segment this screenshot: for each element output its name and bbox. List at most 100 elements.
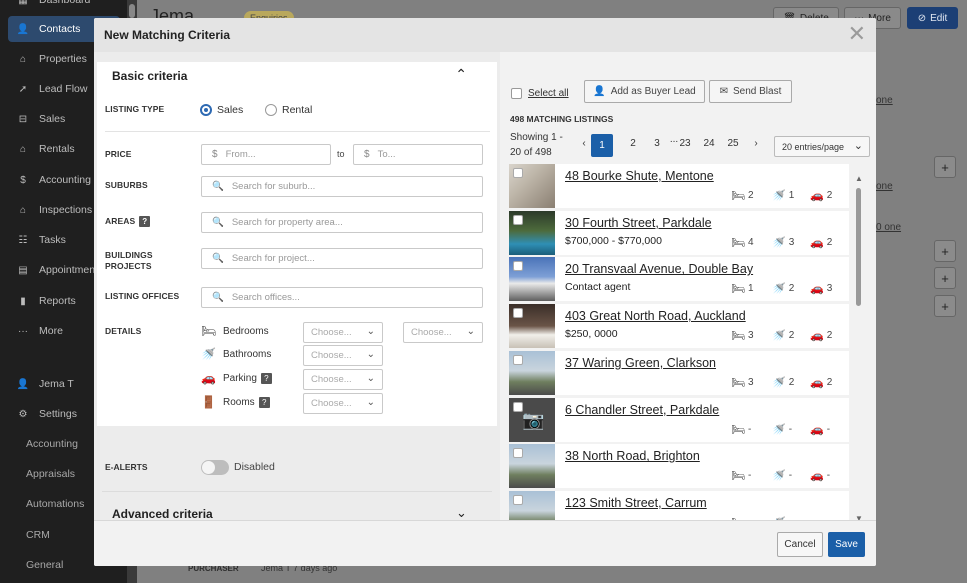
background-link[interactable]: one [876, 95, 893, 106]
page-button[interactable]: 25 [726, 132, 740, 154]
listing-checkbox[interactable] [513, 448, 523, 459]
bathrooms-min-select[interactable]: Choose... ⌄ [303, 345, 383, 366]
add-buyer-lead-button[interactable]: 👤 Add as Buyer Lead [584, 80, 705, 103]
help-icon[interactable]: ? [260, 373, 272, 384]
page-button[interactable]: 23 [678, 132, 692, 154]
listing-checkbox[interactable] [513, 494, 523, 505]
entries-per-page-select[interactable]: 20 entries/page ⌄ [774, 136, 870, 157]
settings-sub-item[interactable]: Automations [26, 498, 84, 510]
add-button[interactable]: + [934, 295, 956, 317]
showing-range: Showing 1 - 20 of 498 [510, 132, 563, 158]
background-link[interactable]: 0 one [876, 222, 901, 233]
price-to-input[interactable]: $ To... [353, 144, 483, 165]
criteria-pane: Basic criteria ⌃ LISTING TYPE Sales Rent… [94, 52, 500, 546]
listings-list[interactable]: 48 Bourke Shute, Mentone 🛏 2 🚿 1 🚗 2 30 Fourth … [509, 164, 854, 530]
listing-row[interactable]: 38 North Road, Brighton 🛏 - 🚿 - 🚗 - [509, 444, 849, 489]
chevron-down-icon[interactable]: ⌄ [456, 505, 467, 521]
cancel-button[interactable]: Cancel [777, 532, 823, 557]
listing-row[interactable]: 30 Fourth Street, Parkdale $700,000 - $77… [509, 210, 849, 255]
listing-row[interactable]: 📷 6 Chandler Street, Parkdale 🛏 - 🚿 - 🚗 - [509, 397, 849, 442]
add-button[interactable]: + [934, 267, 956, 289]
scroll-up-icon[interactable]: ▲ [855, 174, 863, 183]
search-icon: 🔍 [212, 217, 224, 228]
car-icon: 🚗 [810, 423, 824, 436]
offices-search-input[interactable]: 🔍 Search offices... [201, 287, 483, 308]
save-button[interactable]: Save [828, 532, 865, 557]
car-icon: 🚗 [810, 283, 824, 296]
car-icon: 🚗 [810, 376, 824, 389]
listing-row[interactable]: 20 Transvaal Avenue, Double Bay Contact a… [509, 257, 849, 302]
parking-min-select[interactable]: Choose... ⌄ [303, 369, 383, 390]
chevron-up-icon[interactable]: ⌃ [455, 66, 467, 83]
modal-header: New Matching Criteria ✕ [94, 18, 876, 52]
sales-radio-label[interactable]: Sales [217, 104, 243, 116]
sidebar-item-dashboard[interactable]: ▦ Dashboard [0, 0, 127, 13]
sales-radio[interactable] [200, 104, 212, 116]
help-icon[interactable]: ? [258, 397, 270, 408]
ealerts-label: E-ALERTS [105, 462, 148, 472]
bathrooms-label: Bathrooms [223, 349, 272, 360]
page-button[interactable]: 2 [626, 132, 640, 154]
areas-search-input[interactable]: 🔍 Search for property area... [201, 212, 483, 233]
advanced-criteria-title[interactable]: Advanced criteria [112, 507, 213, 521]
listings-scrollbar[interactable]: ▲ ▼ [855, 174, 863, 524]
listing-checkbox[interactable] [513, 261, 523, 272]
listing-row[interactable]: 37 Waring Green, Clarkson 🛏 3 🚿 2 🚗 2 [509, 350, 849, 395]
suburbs-search-input[interactable]: 🔍 Search for suburb... [201, 176, 483, 197]
settings-sub-item[interactable]: General [26, 559, 63, 571]
sidebar-item-label: Reports [39, 295, 76, 307]
tasks-icon: ☷ [18, 234, 28, 246]
sidebar-item-label: Accounting [39, 174, 91, 186]
listing-price: Contact agent [565, 281, 631, 294]
price-to-label: to [337, 149, 345, 159]
page-button[interactable]: 24 [702, 132, 716, 154]
settings-sub-item[interactable]: Accounting [26, 438, 78, 450]
listing-cars: 🚗 2 [810, 190, 833, 202]
settings-sub-item[interactable]: Appraisals [26, 468, 75, 480]
listing-row[interactable]: 403 Great North Road, Auckland $250, 0000… [509, 304, 849, 349]
next-page-icon[interactable]: › [750, 132, 762, 154]
listing-price: $250, 0000 [565, 328, 618, 341]
add-button[interactable]: + [934, 240, 956, 262]
basic-criteria-title[interactable]: Basic criteria [112, 69, 187, 83]
listing-checkbox[interactable] [513, 354, 523, 365]
listing-checkbox[interactable] [513, 401, 523, 412]
listing-row[interactable]: 48 Bourke Shute, Mentone 🛏 2 🚿 1 🚗 2 [509, 164, 849, 208]
send-blast-button[interactable]: ✉ Send Blast [709, 80, 792, 103]
listing-address-link[interactable]: 123 Smith Street, Carrum [565, 496, 707, 510]
scrollbar-thumb[interactable] [129, 4, 135, 18]
edit-button[interactable]: ⊘ Edit [907, 7, 958, 29]
bedrooms-min-select[interactable]: Choose... ⌄ [303, 322, 383, 343]
listing-address-link[interactable]: 37 Waring Green, Clarkson [565, 356, 716, 370]
listing-address-link[interactable]: 403 Great North Road, Auckland [565, 309, 746, 323]
shower-icon: 🚿 [201, 347, 216, 361]
scrollbar-thumb[interactable] [856, 188, 861, 306]
listing-address-link[interactable]: 38 North Road, Brighton [565, 449, 700, 463]
close-icon[interactable]: ✕ [848, 23, 866, 45]
help-icon[interactable]: ? [139, 216, 151, 228]
listing-address-link[interactable]: 20 Transvaal Avenue, Double Bay [565, 262, 753, 276]
prev-page-icon[interactable]: ‹ [578, 132, 590, 154]
bedrooms-max-select[interactable]: Choose... ⌄ [403, 322, 483, 343]
listing-address-link[interactable]: 6 Chandler Street, Parkdale [565, 403, 719, 417]
rooms-min-select[interactable]: Choose... ⌄ [303, 393, 383, 414]
page-button[interactable]: 1 [591, 134, 613, 157]
sidebar-item-label: Contacts [39, 23, 81, 35]
ealerts-toggle[interactable] [201, 460, 229, 475]
background-link[interactable]: one [876, 181, 893, 192]
add-button[interactable]: + [934, 156, 956, 178]
listing-checkbox[interactable] [513, 168, 523, 178]
select-all-checkbox[interactable] [511, 88, 522, 99]
page-button[interactable]: 3 [650, 132, 664, 154]
price-from-input[interactable]: $ From... [201, 144, 331, 165]
listing-checkbox[interactable] [513, 214, 523, 225]
project-search-input[interactable]: 🔍 Search for project... [201, 248, 483, 269]
rental-radio[interactable] [265, 104, 277, 116]
listing-address-link[interactable]: 48 Bourke Shute, Mentone [565, 169, 714, 183]
car-icon: 🚗 [810, 470, 824, 483]
listing-address-link[interactable]: 30 Fourth Street, Parkdale [565, 216, 712, 230]
listing-checkbox[interactable] [513, 308, 523, 319]
select-all-link[interactable]: Select all [528, 88, 569, 99]
settings-sub-item[interactable]: CRM [26, 529, 50, 541]
rental-radio-label[interactable]: Rental [282, 104, 312, 116]
